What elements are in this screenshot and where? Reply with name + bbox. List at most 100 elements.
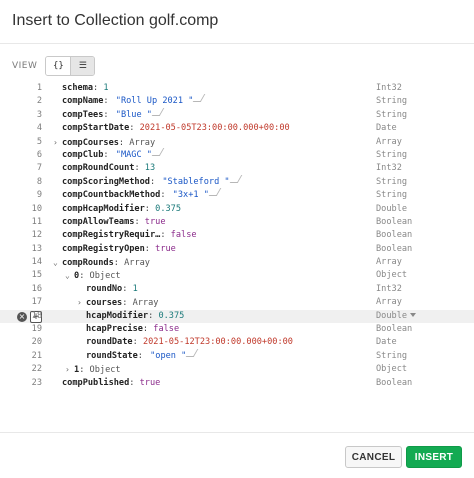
field-key[interactable]: compRegistryOpen [62, 244, 145, 254]
field-key[interactable]: roundNo [86, 284, 122, 294]
chevron-right-icon[interactable]: › [53, 136, 62, 149]
document-row[interactable]: 15 ⌄ 0: Object Object [0, 269, 474, 282]
field-key[interactable]: compHcapModifier [62, 204, 145, 214]
field-content: › compCourses: Array [53, 136, 155, 150]
list-view-button[interactable]: ☰ [70, 57, 95, 75]
field-value[interactable]: "3x+1 " [171, 188, 222, 201]
insert-button[interactable]: INSERT [406, 446, 462, 468]
key-separator: : [118, 137, 130, 148]
field-value[interactable]: false [153, 324, 179, 334]
document-row[interactable]: 1 schema: 1 Int32 [0, 82, 474, 95]
field-key[interactable]: compName [62, 96, 103, 106]
document-row[interactable]: 12 compRegistryRequir…: false Boolean [0, 229, 474, 242]
chevron-right-icon[interactable]: › [65, 363, 74, 376]
field-value[interactable]: true [145, 217, 166, 227]
field-value[interactable]: "Roll Up 2021 " [114, 94, 206, 107]
chevron-down-icon[interactable]: ⌄ [65, 269, 74, 282]
field-key[interactable]: compScoringMethod [62, 177, 150, 187]
key-separator: : [149, 176, 161, 187]
field-key[interactable]: compRounds [62, 258, 114, 268]
field-key[interactable]: courses [86, 298, 122, 308]
document-row[interactable]: 2 compName: "Roll Up 2021 " String [0, 94, 474, 108]
field-key[interactable]: roundDate [86, 337, 133, 347]
field-type[interactable]: Double [376, 310, 417, 323]
document-row[interactable]: 9 compCountbackMethod: "3x+1 " String [0, 188, 474, 202]
field-value[interactable]: "open " [148, 348, 199, 362]
dialog-footer: CANCEL INSERT [0, 432, 474, 478]
field-type-label: Array [376, 136, 402, 147]
resize-handle-icon[interactable] [229, 174, 242, 183]
field-value[interactable]: "Blue " [114, 107, 165, 121]
chevron-down-icon[interactable] [410, 313, 417, 318]
document-row[interactable]: 10 compHcapModifier: 0.375 Double [0, 203, 474, 216]
field-key[interactable]: compStartDate [62, 123, 129, 133]
document-row[interactable]: 3 compTees: "Blue " String [0, 107, 474, 122]
cancel-button[interactable]: CANCEL [345, 446, 402, 468]
field-key[interactable]: hcapPrecise [86, 324, 143, 334]
resize-handle-icon[interactable] [151, 107, 165, 116]
field-key[interactable]: compCourses [62, 138, 119, 148]
field-type: Array [376, 136, 402, 149]
field-key[interactable]: compAllowTeams [62, 217, 134, 227]
json-view-button[interactable]: {} [46, 57, 71, 75]
field-key[interactable]: compRoundCount [62, 163, 134, 173]
field-value[interactable]: 0.375 [155, 204, 181, 214]
key-separator: : [103, 149, 114, 160]
resize-handle-icon[interactable] [193, 94, 206, 103]
document-row[interactable]: 21 roundState: "open " String [0, 348, 474, 363]
resize-handle-icon[interactable] [186, 348, 199, 357]
field-value[interactable]: "MAGC " [114, 147, 165, 161]
field-value[interactable]: 2021-05-12T23:00:00.000+00:00 [143, 337, 293, 347]
field-type: String [376, 189, 407, 202]
field-key[interactable]: compClub [62, 150, 103, 160]
field-type: String [376, 350, 407, 363]
document-row[interactable]: 5 › compCourses: Array Array [0, 136, 474, 149]
document-row[interactable]: 16 roundNo: 1 Int32 [0, 283, 474, 296]
document-row[interactable]: 23 compPublished: true Boolean [0, 377, 474, 390]
field-value: Array [124, 258, 150, 268]
field-key[interactable]: schema [62, 83, 93, 93]
field-type: Int32 [376, 82, 402, 95]
document-row[interactable]: 6 compClub: "MAGC " String [0, 147, 474, 162]
document-row[interactable]: 17 › courses: Array Array [0, 296, 474, 309]
field-content: compRegistryRequir…: false [53, 229, 197, 242]
field-type-label: String [376, 109, 408, 120]
field-value[interactable]: 1 [133, 284, 138, 294]
field-key[interactable]: roundState [86, 351, 138, 361]
field-value[interactable]: 1 [103, 83, 108, 93]
field-type: Int32 [376, 162, 402, 175]
field-key[interactable]: compPublished [62, 378, 129, 388]
field-content: roundNo: 1 [77, 283, 138, 296]
field-key[interactable]: compTees [62, 110, 103, 120]
document-row[interactable]: 4 compStartDate: 2021-05-05T23:00:00.000+… [0, 122, 474, 135]
field-key[interactable]: compCountbackMethod [62, 190, 160, 200]
field-value[interactable]: true [140, 378, 161, 388]
document-row[interactable]: 14 ⌄ compRounds: Array Array [0, 256, 474, 269]
document-row[interactable]: 13 compRegistryOpen: true Boolean [0, 243, 474, 256]
field-value[interactable]: true [155, 244, 176, 254]
chevron-down-icon[interactable]: ⌄ [53, 256, 62, 269]
line-number: 14 [31, 257, 42, 268]
document-row[interactable]: 22 › 1: Object Object [0, 363, 474, 376]
field-key[interactable]: hcapModifier [86, 311, 148, 321]
field-content: compPublished: true [53, 377, 160, 390]
field-value[interactable]: "Stableford " [160, 174, 242, 188]
document-row[interactable]: 7 compRoundCount: 13 Int32 [0, 162, 474, 175]
field-key[interactable]: compRegistryRequir… [62, 230, 160, 240]
field-value[interactable]: false [171, 230, 197, 240]
field-value[interactable]: 13 [145, 163, 155, 173]
key-separator: : [79, 271, 90, 282]
insert-document-dialog: Insert to Collection golf.comp VIEW {} ☰… [0, 0, 474, 478]
chevron-right-icon[interactable]: › [77, 296, 86, 309]
field-value[interactable]: 2021-05-05T23:00:00.000+00:00 [140, 123, 290, 133]
document-row[interactable]: 8 compScoringMethod: "Stableford " String [0, 174, 474, 189]
document-row[interactable]: 11 compAllowTeams: true Boolean [0, 216, 474, 229]
key-separator: : [160, 230, 171, 241]
document-row[interactable]: 19 hcapPrecise: false Boolean [0, 323, 474, 336]
key-separator: : [160, 190, 171, 201]
resize-handle-icon[interactable] [208, 188, 222, 197]
document-row[interactable]: × +18 hcapModifier: 0.375 Double [0, 309, 474, 324]
document-row[interactable]: 20 roundDate: 2021-05-12T23:00:00.000+00:… [0, 336, 474, 349]
resize-handle-icon[interactable] [151, 147, 165, 156]
field-value[interactable]: 0.375 [158, 311, 184, 321]
